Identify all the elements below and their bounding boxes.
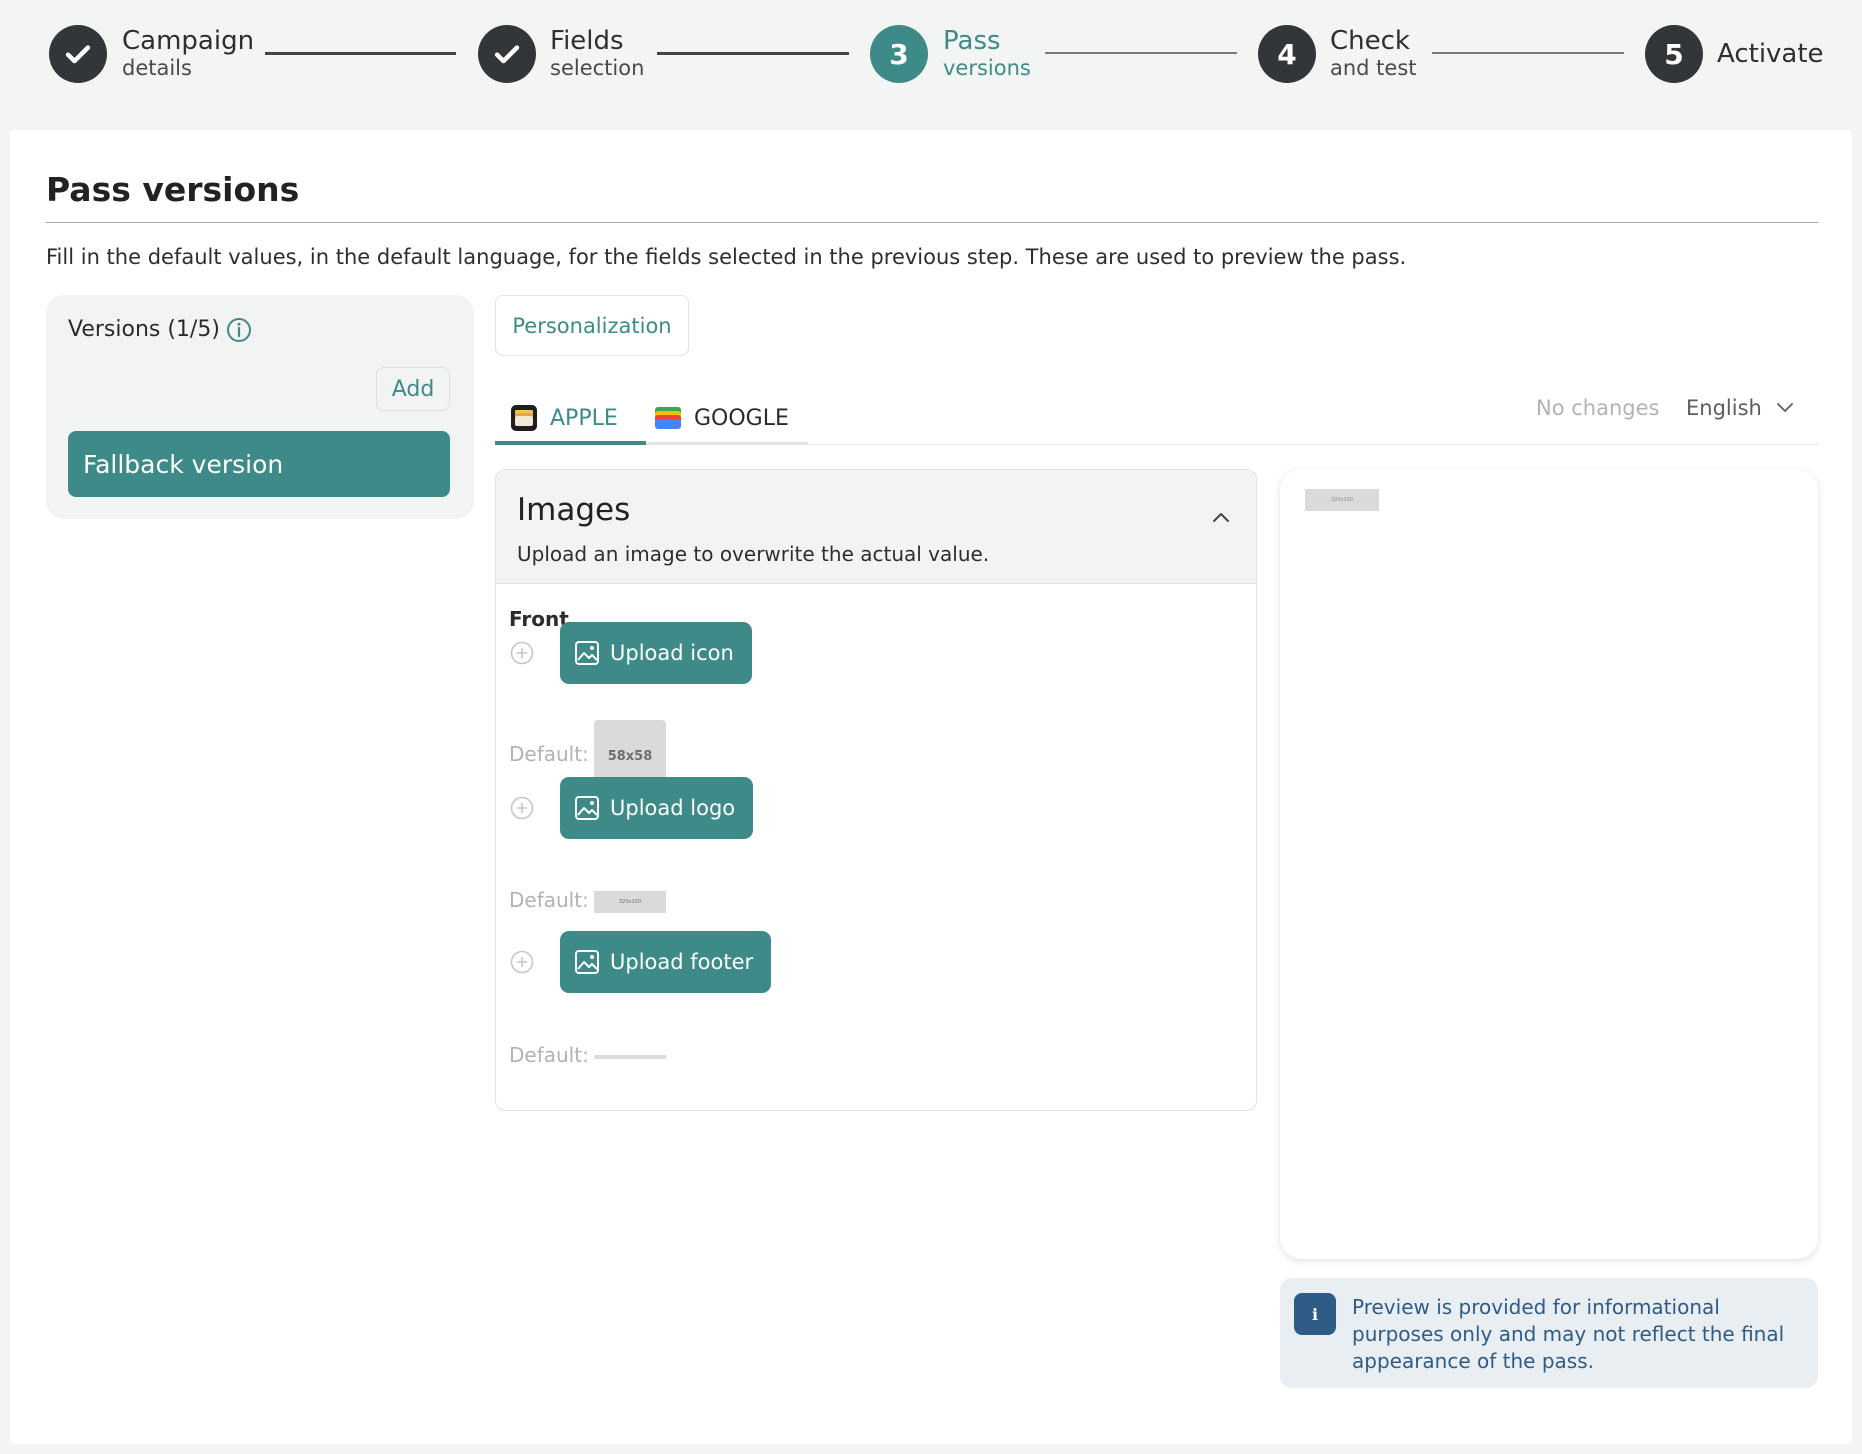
preview-logo-placeholder: 320x100 xyxy=(1305,489,1379,511)
page-title: Pass versions xyxy=(46,170,300,209)
step-1-subtitle: details xyxy=(122,56,192,80)
images-section-header[interactable]: Images Upload an image to overwrite the … xyxy=(496,470,1256,584)
default-label: Default: xyxy=(509,742,589,766)
step-3-number[interactable]: 3 xyxy=(870,25,928,83)
tab-apple-label: APPLE xyxy=(550,405,618,431)
step-4-title: Check xyxy=(1330,26,1410,56)
apple-wallet-icon xyxy=(511,405,537,431)
step-2-subtitle: selection xyxy=(550,56,645,80)
step-1-title: Campaign xyxy=(122,26,255,56)
images-title: Images xyxy=(517,492,631,528)
tab-google-label: GOOGLE xyxy=(694,405,789,431)
default-label: Default: xyxy=(509,888,589,912)
step-4-number[interactable]: 4 xyxy=(1258,25,1316,83)
upload-footer-button[interactable]: Upload footer xyxy=(560,931,772,993)
upload-footer-label: Upload footer xyxy=(610,950,754,974)
add-circle-icon[interactable] xyxy=(510,641,534,665)
tab-indicator xyxy=(646,442,808,445)
title-divider xyxy=(46,222,1818,223)
google-wallet-icon xyxy=(655,407,681,429)
chevron-up-icon[interactable] xyxy=(1211,510,1231,524)
upload-logo-label: Upload logo xyxy=(610,796,736,820)
add-circle-icon[interactable] xyxy=(510,950,534,974)
default-logo-thumbnail: 320x100 xyxy=(594,891,666,913)
tab-apple[interactable]: APPLE xyxy=(510,392,618,444)
image-icon xyxy=(575,641,599,665)
step-connector xyxy=(657,52,849,55)
step-5-title: Activate xyxy=(1717,39,1824,69)
tab-google[interactable]: GOOGLE xyxy=(654,392,789,444)
images-subtitle: Upload an image to overwrite the actual … xyxy=(517,542,990,566)
default-label: Default: xyxy=(509,1043,589,1067)
add-circle-icon[interactable] xyxy=(510,796,534,820)
step-2-completed-check-icon[interactable] xyxy=(478,25,536,83)
page-intro: Fill in the default values, in the defau… xyxy=(46,245,1407,269)
images-section: Images Upload an image to overwrite the … xyxy=(495,469,1257,1111)
preview-disclaimer: i Preview is provided for informational … xyxy=(1280,1278,1818,1388)
active-tab-indicator xyxy=(495,441,646,445)
pass-versions-card: Pass versions Fill in the default values… xyxy=(10,130,1852,1444)
versions-panel: Versions (1/5) Add Fallback version xyxy=(46,295,474,519)
version-item-fallback[interactable]: Fallback version xyxy=(68,431,450,497)
upload-logo-button[interactable]: Upload logo xyxy=(560,777,754,839)
step-connector xyxy=(265,52,456,55)
chevron-down-icon xyxy=(1776,403,1793,413)
save-status: No changes xyxy=(1536,396,1660,420)
add-version-button[interactable]: Add xyxy=(376,367,450,411)
step-connector xyxy=(1045,52,1237,54)
personalization-button[interactable]: Personalization xyxy=(495,295,689,356)
step-connector xyxy=(1432,52,1624,54)
language-select-value: English xyxy=(1686,396,1762,420)
step-3-subtitle: versions xyxy=(943,56,1031,80)
step-1-completed-check-icon[interactable] xyxy=(49,25,107,83)
versions-title: Versions (1/5) xyxy=(68,317,220,342)
progress-stepper: Campaign details Fields selection 3 Pass… xyxy=(0,0,1862,118)
info-icon[interactable] xyxy=(226,317,252,343)
info-icon: i xyxy=(1294,1293,1336,1335)
step-4-subtitle: and test xyxy=(1330,56,1417,80)
preview-disclaimer-text: Preview is provided for informational pu… xyxy=(1352,1295,1785,1373)
pass-preview: 320x100 xyxy=(1280,469,1818,1259)
step-3-title: Pass xyxy=(943,26,1001,56)
image-icon xyxy=(575,950,599,974)
upload-icon-label: Upload icon xyxy=(610,641,734,665)
step-2-title: Fields xyxy=(550,26,624,56)
default-footer-thumbnail xyxy=(594,1055,666,1059)
image-icon xyxy=(575,796,599,820)
upload-icon-button[interactable]: Upload icon xyxy=(560,622,752,684)
step-5-number[interactable]: 5 xyxy=(1645,25,1703,83)
language-select[interactable]: English xyxy=(1686,396,1794,420)
